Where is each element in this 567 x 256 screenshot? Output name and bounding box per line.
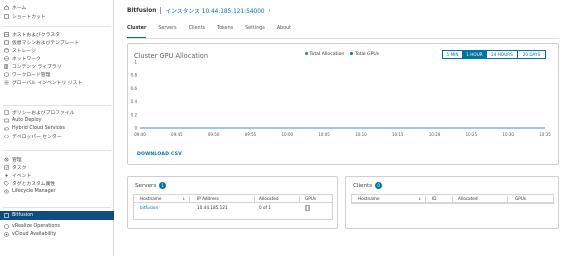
y-tick-label: 1 xyxy=(134,60,137,65)
server-ip: 10.44.185.121 xyxy=(197,205,228,210)
column-header-allocated[interactable]: Allocated xyxy=(458,195,478,203)
server-allocated: 0 of 1 xyxy=(259,205,272,210)
gpu-card-icon xyxy=(305,203,310,212)
y-tick-label: 0.6 xyxy=(131,86,138,91)
x-tick-label: 09:40 xyxy=(134,132,146,137)
x-tick-label: 09:50 xyxy=(208,132,220,137)
clients-table-header: Hostname ↓ ID Allocated GPUs xyxy=(352,195,553,203)
clients-count-badge: 0 xyxy=(375,182,383,189)
x-tick-label: 10:25 xyxy=(466,132,478,137)
clients-title-label: Clients xyxy=(353,183,373,189)
column-header-id[interactable]: ID xyxy=(432,195,436,203)
column-header-gpus[interactable]: GPUs xyxy=(305,195,316,203)
column-divider xyxy=(452,196,453,202)
column-divider xyxy=(299,196,300,202)
y-tick-label: 0.4 xyxy=(131,99,138,104)
x-tick-label: 10:00 xyxy=(282,132,294,137)
y-tick-label: 0 xyxy=(134,126,137,131)
servers-count-badge: 1 xyxy=(159,182,167,189)
x-tick-label: 09:55 xyxy=(245,132,257,137)
column-header-allocated[interactable]: Allocated xyxy=(259,195,279,203)
column-header-hostname[interactable]: Hostname xyxy=(140,195,161,203)
sort-down-icon[interactable]: ↓ xyxy=(418,195,422,203)
server-hostname-link[interactable]: bitfusion xyxy=(140,203,158,212)
column-header-hostname[interactable]: Hostname xyxy=(358,195,379,203)
clients-table: Hostname ↓ ID Allocated GPUs xyxy=(351,194,554,204)
column-divider xyxy=(425,196,426,202)
x-tick-label: 10:20 xyxy=(429,132,441,137)
x-axis: 09:40 09:45 09:50 09:55 10:00 10:05 10:10 10:15… xyxy=(134,127,551,137)
column-divider xyxy=(507,196,508,202)
column-divider xyxy=(254,196,255,202)
sort-down-icon[interactable]: ↓ xyxy=(182,195,186,203)
servers-title-label: Servers xyxy=(135,183,157,189)
y-tick-label: 0.2 xyxy=(131,112,138,117)
x-tick-label: 10:35 xyxy=(539,132,551,137)
servers-title: Servers 1 xyxy=(135,182,167,189)
clients-title: Clients 0 xyxy=(353,182,383,189)
x-tick-label: 10:15 xyxy=(392,132,404,137)
x-tick-label: 09:45 xyxy=(171,132,183,137)
servers-table-header: Hostname ↓ IP Address Allocated GPUs xyxy=(134,195,332,203)
servers-table: Hostname ↓ IP Address Allocated GPUs bit… xyxy=(133,194,333,220)
download-csv-button[interactable]: DOWNLOAD CSV xyxy=(137,152,182,157)
column-header-ip[interactable]: IP Address xyxy=(197,195,219,203)
x-tick-label: 10:05 xyxy=(318,132,330,137)
y-axis: 1 0.8 0.6 0.4 0.2 0 xyxy=(131,60,138,131)
y-tick-label: 0.8 xyxy=(131,73,138,78)
column-divider xyxy=(189,196,190,202)
x-tick-label: 10:10 xyxy=(355,132,367,137)
x-tick-label: 10:30 xyxy=(502,132,514,137)
column-header-gpus[interactable]: GPUs xyxy=(515,195,526,203)
